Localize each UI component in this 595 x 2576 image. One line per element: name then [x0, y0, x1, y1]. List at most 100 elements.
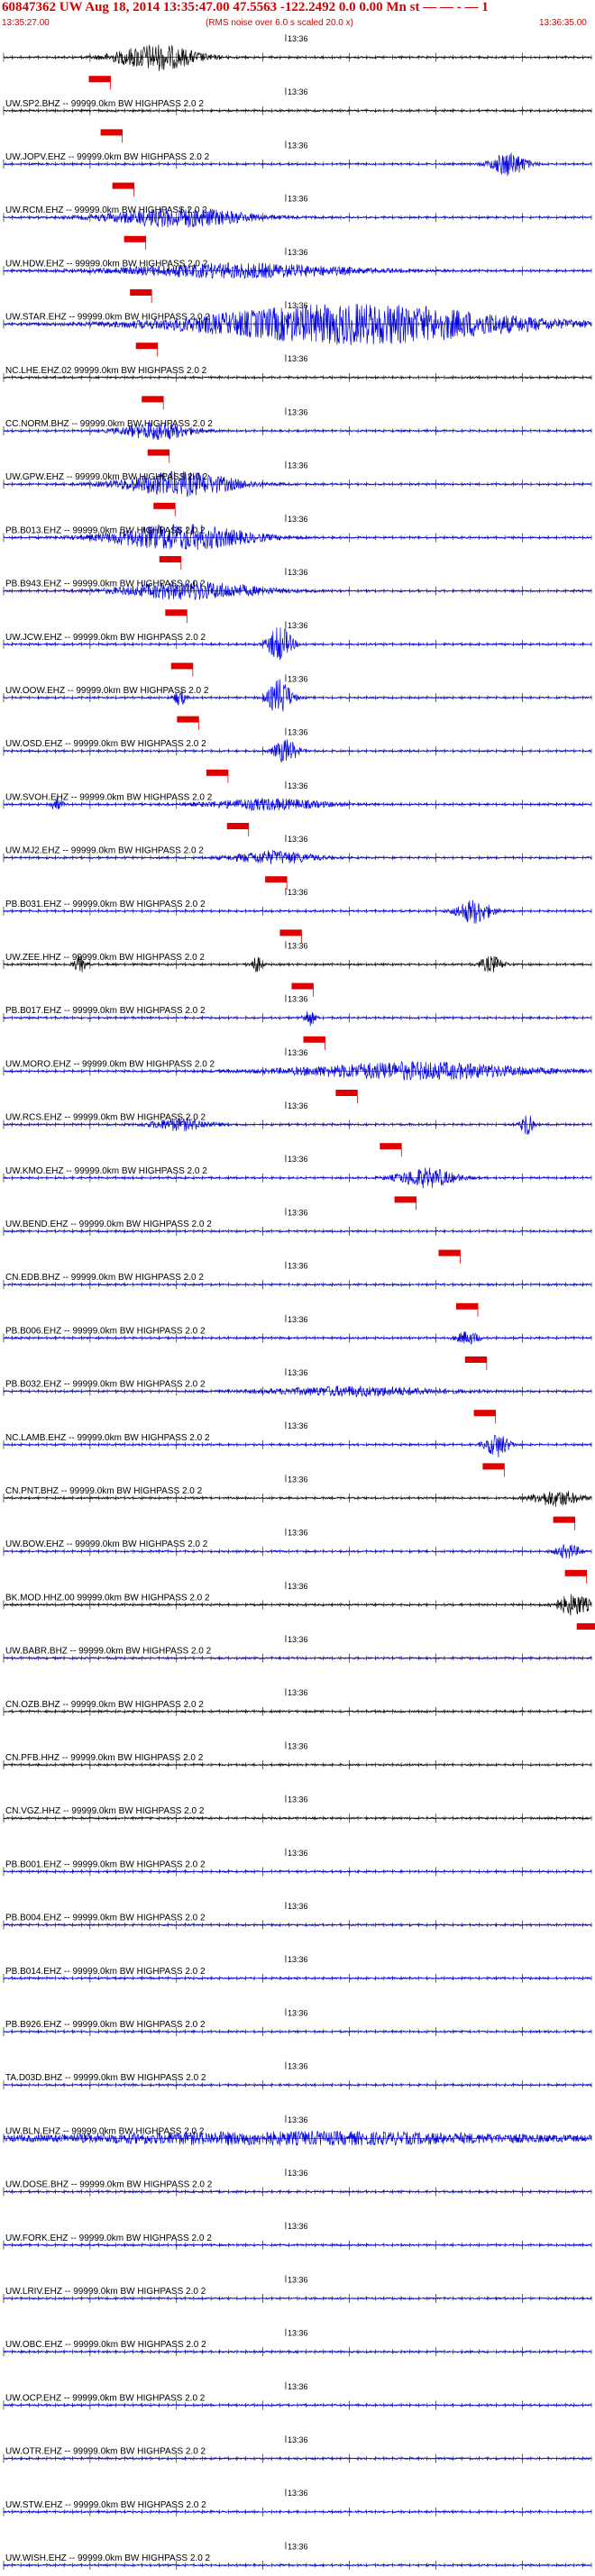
- minute-label: 13:36: [288, 1582, 308, 1591]
- minute-label: 13:36: [288, 888, 308, 897]
- trace-row: 13:36 UW.MORO.EHZ -- 99999.0km BW HIGHPAS…: [3, 1047, 592, 1103]
- pick-marker: [165, 609, 188, 617]
- trace-label: NC.LAMB.EHZ -- 99999.0km BW HIGHPASS 2.0…: [5, 1433, 210, 1443]
- minute-label: 13:36: [288, 87, 308, 96]
- trace-row: 13:36 PB.B004.EHZ -- 99999.0km BW HIGHPAS…: [3, 1902, 592, 1930]
- minute-label: 13:36: [288, 407, 308, 416]
- pick-marker: [553, 1516, 575, 1523]
- minute-label: 13:36: [288, 2062, 308, 2071]
- trace-label: CN.OZB.BHZ -- 99999.0km BW HIGHPASS 2.0 …: [5, 1700, 204, 1710]
- minute-label: 13:36: [288, 1101, 308, 1110]
- trace-label: PB.B031.EHZ -- 99999.0km BW HIGHPASS 2.0…: [5, 900, 206, 909]
- trace-row: 13:36 PB.B001.EHZ -- 99999.0km BW HIGHPAS…: [3, 1848, 592, 1877]
- minute-label: 13:36: [288, 1368, 308, 1377]
- pick-marker: [170, 662, 193, 670]
- trace-label: PB.B017.EHZ -- 99999.0km BW HIGHPASS 2.0…: [5, 1006, 206, 1016]
- minute-label: 13:36: [288, 2115, 308, 2124]
- pick-marker: [564, 1569, 587, 1576]
- trace-label: UW.STAR.EHZ -- 99999.0km BW HIGHPASS 2.0…: [5, 313, 210, 323]
- minute-label: 13:36: [288, 2275, 308, 2284]
- pick-marker: [394, 1196, 416, 1203]
- trace-label: UW.BOW.EHZ -- 99999.0km BW HIGHPASS 2.0 …: [5, 1539, 208, 1549]
- minute-label: 13:36: [288, 1475, 308, 1484]
- trace-label: UW.STW.EHZ -- 99999.0km BW HIGHPASS 2.0 …: [5, 2500, 206, 2510]
- minute-label: 13:36: [288, 2169, 308, 2178]
- trace-row: 13:36 UW.STAR.EHZ -- 99999.0km BW HIGHPAS…: [3, 301, 592, 357]
- trace-label: UW.MJ2.EHZ -- 99999.0km BW HIGHPASS 2.0 …: [5, 846, 204, 856]
- pick-marker: [147, 449, 169, 456]
- waveform: [3, 44, 592, 71]
- minute-label: 13:36: [288, 1421, 308, 1430]
- trace-label: PB.B006.EHZ -- 99999.0km BW HIGHPASS 2.0…: [5, 1326, 206, 1336]
- trace-row: 13:36 UW.FORK.EHZ -- 99999.0km BW HIGHPAS…: [3, 2222, 592, 2250]
- trace-row: 13:36 UW.OOW.EHZ -- 99999.0km BW HIGHPASS…: [3, 674, 592, 730]
- trace-row: 13:36 UW.ZEE.HHZ -- 99999.0km BW HIGHPASS…: [3, 941, 592, 997]
- minute-label: 13:36: [288, 1688, 308, 1697]
- trace-label: PB.B001.EHZ -- 99999.0km BW HIGHPASS 2.0…: [5, 1859, 206, 1869]
- trace-row: 13:36 PB.B013.EHZ -- 99999.0km BW HIGHPAS…: [3, 514, 592, 570]
- trace-label: UW.DOSE.BHZ -- 99999.0km BW HIGHPASS 2.0…: [5, 2180, 213, 2190]
- pick-marker: [303, 1036, 325, 1043]
- pick-marker: [177, 716, 199, 723]
- trace-row: 13:36 UW.HDW.EHZ -- 99999.0km BW HIGHPASS…: [3, 247, 592, 303]
- trace-label: UW.MORO.EHZ -- 99999.0km BW HIGHPASS 2.0…: [5, 1059, 215, 1069]
- trace-label: TA.D03D.BHZ -- 99999.0km BW HIGHPASS 2.0…: [5, 2073, 206, 2083]
- trace-label: CN.PNT.BHZ -- 99999.0km BW HIGHPASS 2.0 …: [5, 1486, 203, 1496]
- trace-row: 13:36: [3, 34, 592, 90]
- minute-label: 13:36: [288, 354, 308, 363]
- minute-label: 13:36: [288, 141, 308, 150]
- pick-marker: [438, 1249, 461, 1256]
- pick-marker: [291, 982, 314, 990]
- trace-row: 13:36 NC.LHE.EHZ.02 99999.0km BW HIGHPASS…: [3, 354, 592, 410]
- minute-label: 13:36: [288, 2329, 308, 2338]
- trace-label: UW.BEND.EHZ -- 99999.0km BW HIGHPASS 2.0…: [5, 1219, 212, 1229]
- trace-row: 13:36 UW.WISH.EHZ -- 99999.0km BW HIGHPAS…: [3, 2542, 592, 2570]
- minute-label: 13:36: [288, 1741, 308, 1750]
- minute-label: 13:36: [288, 1315, 308, 1324]
- trace-row: 13:36 UW.MJ2.EHZ -- 99999.0km BW HIGHPASS…: [3, 835, 592, 891]
- minute-label: 13:36: [288, 1262, 308, 1271]
- trace-row: 13:36 NC.LAMB.EHZ -- 99999.0km BW HIGHPAS…: [3, 1421, 592, 1477]
- trace-label: CN.PFB.HHZ -- 99999.0km BW HIGHPASS 2.0 …: [5, 1753, 204, 1763]
- minute-label: 13:36: [288, 248, 308, 257]
- trace-label: UW.SP2.BHZ -- 99999.0km BW HIGHPASS 2.0 …: [5, 99, 204, 109]
- trace-label: UW.BLN.EHZ -- 99999.0km BW HIGHPASS 2.0 …: [5, 2126, 205, 2136]
- pick-marker: [142, 396, 164, 403]
- trace-row: 13:36 UW.OCP.EHZ -- 99999.0km BW HIGHPASS…: [3, 2381, 592, 2410]
- minute-label: 13:36: [288, 1795, 308, 1804]
- trace-row: 13:36 PB.B014.EHZ -- 99999.0km BW HIGHPAS…: [3, 1955, 592, 1983]
- minute-label: 13:36: [288, 2435, 308, 2444]
- pick-marker: [482, 1463, 505, 1470]
- trace-label: UW.OTR.EHZ -- 99999.0km BW HIGHPASS 2.0 …: [5, 2447, 206, 2457]
- trace-row: 13:36 UW.KMO.EHZ -- 99999.0km BW HIGHPASS…: [3, 1155, 592, 1210]
- pick-marker: [130, 289, 152, 296]
- trace-row: 13:36 BK.MOD.HHZ.00 99999.0km BW HIGHPASS…: [3, 1581, 595, 1630]
- pick-marker: [206, 769, 228, 776]
- trace-label: UW.WISH.EHZ -- 99999.0km BW HIGHPASS 2.0…: [5, 2553, 211, 2563]
- trace-row: 13:36 PB.B031.EHZ -- 99999.0km BW HIGHPAS…: [3, 888, 592, 944]
- trace-row: 13:36 PB.B943.EHZ -- 99999.0km BW HIGHPAS…: [3, 568, 592, 624]
- trace-label: CN.EDB.BHZ -- 99999.0km BW HIGHPASS 2.0 …: [5, 1273, 204, 1283]
- trace-row: 13:36 UW.JOPV.EHZ -- 99999.0km BW HIGHPAS…: [3, 141, 592, 196]
- trace-label: UW.HDW.EHZ -- 99999.0km BW HIGHPASS 2.0 …: [5, 259, 208, 269]
- minute-label: 13:36: [288, 1048, 308, 1057]
- pick-marker: [456, 1302, 479, 1310]
- trace-row: 13:36 PB.B006.EHZ -- 99999.0km BW HIGHPAS…: [3, 1314, 592, 1370]
- trace-row: 13:36 UW.BEND.EHZ -- 99999.0km BW HIGHPAS…: [3, 1208, 592, 1264]
- trace-label: UW.ZEE.HHZ -- 99999.0km BW HIGHPASS 2.0 …: [5, 953, 205, 963]
- trace-row: 13:36 PB.B926.EHZ -- 99999.0km BW HIGHPAS…: [3, 2008, 592, 2036]
- minute-label: 13:36: [288, 301, 308, 310]
- minute-label: 13:36: [288, 195, 308, 204]
- trace-row: 13:36 PB.B032.EHZ -- 99999.0km BW HIGHPAS…: [3, 1368, 592, 1424]
- pick-marker: [279, 929, 302, 936]
- trace-row: 13:36 UW.DOSE.BHZ -- 99999.0km BW HIGHPAS…: [3, 2169, 592, 2197]
- minute-label: 13:36: [288, 2542, 308, 2551]
- minute-label: 13:36: [288, 941, 308, 950]
- pick-marker: [159, 556, 181, 562]
- minute-label: 13:36: [288, 995, 308, 1004]
- trace-row: 13:36 UW.SVOH.EHZ -- 99999.0km BW HIGHPAS…: [3, 781, 592, 836]
- trace-row: 13:36 UW.SP2.BHZ -- 99999.0km BW HIGHPASS…: [3, 87, 592, 143]
- trace-row: 13:36 UW.BABR.BHZ -- 99999.0km BW HIGHPAS…: [3, 1635, 592, 1663]
- trace-label: UW.LRIV.EHZ -- 99999.0km BW HIGHPASS 2.0…: [5, 2287, 206, 2297]
- trace-label: BK.MOD.HHZ.00 99999.0km BW HIGHPASS 2.0 …: [5, 1593, 210, 1603]
